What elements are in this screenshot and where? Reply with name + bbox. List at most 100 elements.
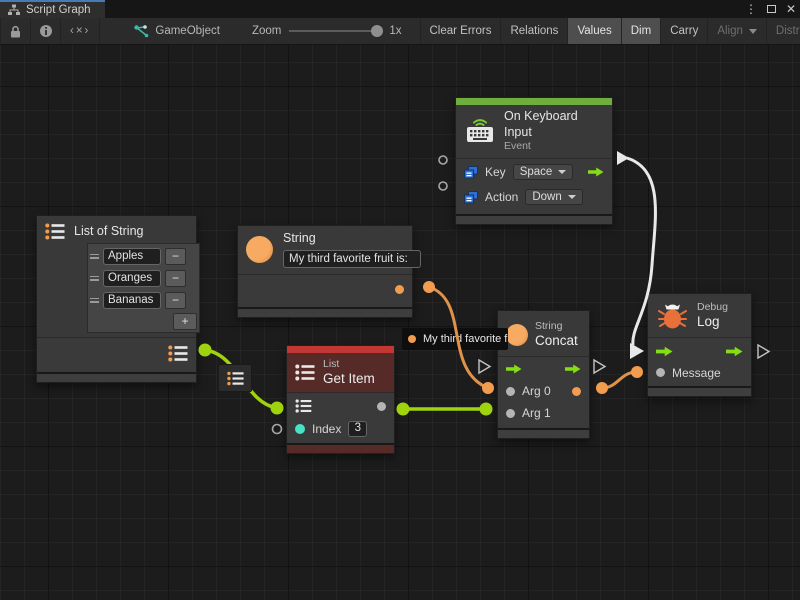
node-footer [287,443,394,453]
trigger-input-arrow-icon[interactable] [506,364,522,374]
code-icon: ‹×› [70,25,90,37]
values-toggle[interactable]: Values [568,18,621,44]
zoom-value: 1x [389,25,401,37]
node-title: String [283,231,421,247]
relations-button[interactable]: Relations [501,18,568,44]
node-footer [238,307,412,317]
key-dropdown[interactable]: Space [513,164,574,180]
info-button[interactable] [31,18,61,44]
list-item-input[interactable]: Apples [103,248,161,265]
list-input-port-icon[interactable] [295,399,312,413]
list-inline-editor: Apples − Oranges − Bananas − + [87,243,200,333]
align-dropdown[interactable]: Align [708,18,767,44]
list-item-input[interactable]: Oranges [103,270,161,287]
zoom-slider-knob[interactable] [371,25,383,37]
remove-item-button[interactable]: − [165,292,186,309]
clear-errors-button[interactable]: Clear Errors [420,18,502,44]
integer-port-icon[interactable] [295,424,305,434]
node-category: List [323,358,375,371]
chevron-down-icon [558,170,566,174]
unconnected-port-ring [439,182,447,190]
lock-icon [10,25,21,38]
action-dropdown[interactable]: Down [525,189,582,205]
trigger-input-arrow-icon[interactable] [656,346,673,357]
port-label-arg1: Arg 1 [522,406,551,420]
port-label-arg0: Arg 0 [522,384,551,398]
add-item-button[interactable]: + [173,313,197,330]
string-icon [246,236,273,263]
relations-label: Relations [510,25,558,37]
wire-result [602,372,637,388]
item-output-port-icon[interactable] [377,402,386,411]
trigger-output-arrow-icon[interactable] [726,346,743,357]
enum-icon [464,191,478,204]
result-output-port-icon[interactable] [572,387,581,396]
drag-handle-icon[interactable] [90,298,99,303]
warning-strip [287,346,394,353]
list-item-input[interactable]: Bananas [103,292,161,309]
node-title: Get Item [323,371,375,388]
graph-canvas[interactable]: On Keyboard Input Event Key Space [0,45,800,600]
list-output-port-icon[interactable] [168,345,188,362]
node-title: Log [697,314,728,331]
remove-item-button[interactable]: − [165,270,186,287]
gameobject-reference[interactable]: GameObject [124,18,230,44]
action-value: Down [532,191,561,203]
unconnected-port-ring [439,156,447,164]
unconnected-trigger-port [479,360,490,373]
tab-title: Script Graph [26,4,91,16]
key-value: Space [520,166,553,178]
zoom-slider[interactable] [289,30,381,32]
remove-item-button[interactable]: − [165,248,186,265]
port-label-message: Message [672,366,721,380]
trigger-exit-port-connected [617,151,629,165]
node-subtitle: Event [504,140,604,153]
graph-toolbar: ‹×› GameObject Zoom 1x Clear Errors Rela… [0,18,800,45]
list-item-row: Bananas − [89,289,198,311]
string-value-input[interactable]: My third favorite fruit is: [283,250,421,268]
string-output-port-icon[interactable] [395,285,404,294]
node-list-get-item[interactable]: List Get Item Index 3 [286,345,395,454]
port-label-key: Key [485,165,506,179]
bug-icon [657,301,688,330]
dim-toggle[interactable]: Dim [622,18,661,44]
arg0-port-icon[interactable] [506,387,515,396]
tab-script-graph[interactable]: Script Graph [0,0,105,18]
enum-icon [464,166,478,179]
node-debug-log[interactable]: Debug Log Message [647,293,752,397]
more-icon[interactable]: ⋮ [745,3,757,15]
node-string-literal[interactable]: String My third favorite fruit is: [237,225,413,318]
close-icon[interactable]: ✕ [786,3,796,15]
dim-label: Dim [631,25,651,37]
distribute-dropdown[interactable]: Distribute [767,18,800,44]
node-footer [37,372,196,382]
wire-value-preview: My third favorite fr.. [402,328,508,350]
drag-handle-icon[interactable] [90,254,99,259]
trigger-output-arrow-icon[interactable] [588,167,604,177]
arg1-port-icon[interactable] [506,409,515,418]
node-title: On Keyboard Input [504,109,604,140]
index-input[interactable]: 3 [348,421,367,437]
code-preview-button[interactable]: ‹×› [61,18,100,44]
info-icon [39,24,53,38]
list-icon [295,364,315,381]
node-footer [648,386,751,396]
window-titlebar: Script Graph ⋮ ✕ [0,0,800,18]
unconnected-port-ring [273,425,282,434]
unconnected-trigger-port [594,360,605,373]
node-list-of-string[interactable]: List of String Apples − Oranges − Banana… [36,215,197,383]
node-on-keyboard-input[interactable]: On Keyboard Input Event Key Space [455,97,613,225]
message-port-icon[interactable] [656,368,665,377]
maximize-icon[interactable] [767,5,776,13]
wire-value-text: My third favorite fr.. [423,333,508,345]
drag-handle-icon[interactable] [90,276,99,281]
list-icon [45,223,65,240]
carry-button[interactable]: Carry [661,18,708,44]
align-label: Align [717,25,743,37]
event-strip [456,98,612,105]
node-string-concat[interactable]: String Concat Arg 0 A [497,310,590,439]
node-category: String [535,320,578,333]
lock-button[interactable] [1,18,31,44]
gameobject-icon [134,25,149,38]
trigger-output-arrow-icon[interactable] [565,364,581,374]
